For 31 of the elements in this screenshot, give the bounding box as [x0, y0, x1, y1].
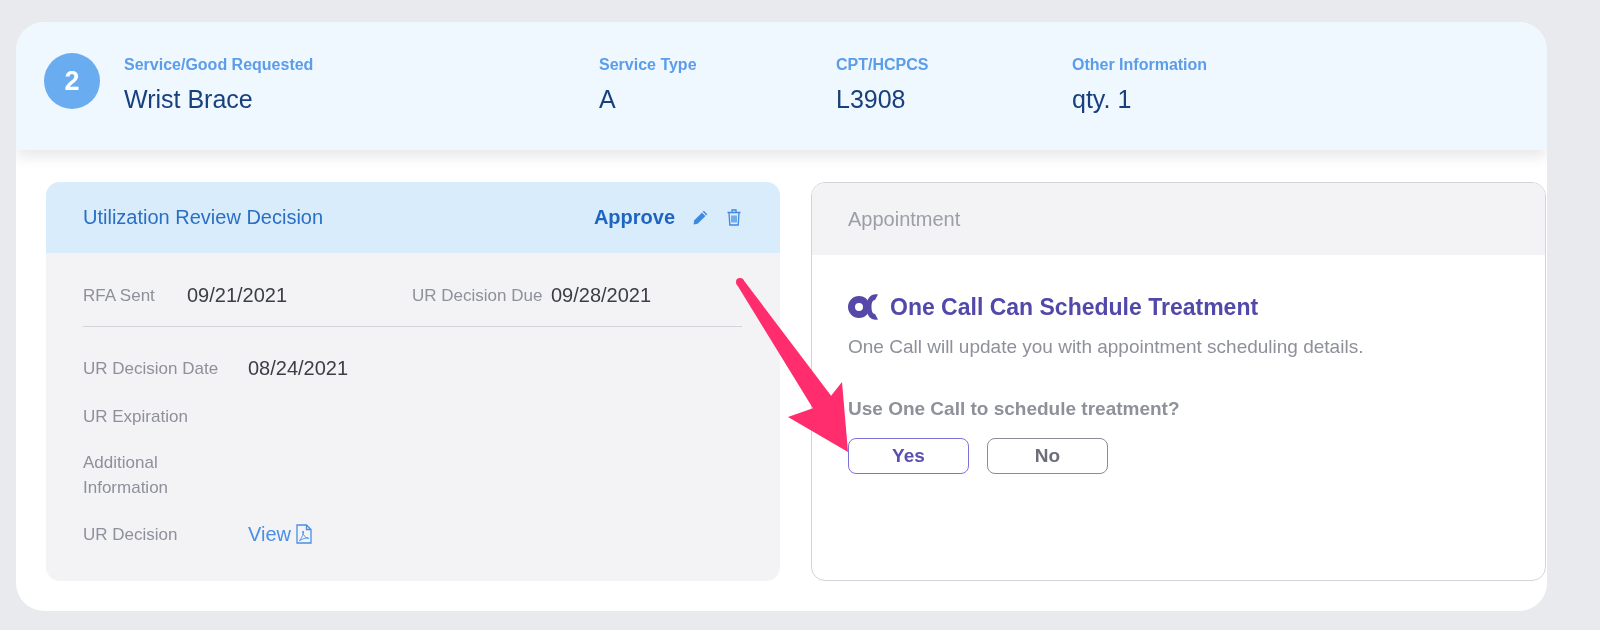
logo-icon [848, 292, 880, 322]
field-value: qty. 1 [1072, 84, 1133, 114]
option-button[interactable]: Yes [848, 438, 969, 474]
field-value: Wrist Brace [124, 84, 254, 114]
field-label: CPT/HCPCS [836, 55, 930, 75]
description-text: One Call will update you with appointment scheduling details. [848, 335, 1365, 359]
field-value: 09/28/2021 [551, 283, 653, 308]
field-value: L3908 [836, 84, 907, 114]
field-value: 09/21/2021 [187, 283, 289, 308]
field-value: 08/24/2021 [248, 356, 349, 381]
panel-title: Utilization Review Decision [83, 206, 324, 229]
panel-title: Appointment [848, 207, 961, 231]
option-button[interactable]: No [987, 438, 1108, 474]
field-value: A [599, 84, 617, 114]
view-link[interactable]: View [248, 520, 312, 548]
pencil-icon[interactable] [693, 210, 708, 225]
field-label: Other Information [1072, 55, 1208, 75]
field-label: UR Decision Due [412, 284, 544, 307]
question-text: Use One Call to schedule treatment? [848, 397, 1181, 421]
decision-status: Approve [593, 206, 675, 229]
field-label: UR Decision Date [83, 357, 220, 380]
field-label: RFA Sent [83, 284, 156, 307]
field-label: UR Expiration [83, 405, 189, 428]
field-label: UR Decision [83, 523, 179, 546]
field-label: Service Type [599, 55, 698, 75]
trash-icon[interactable] [727, 209, 741, 226]
section-heading: One Call Can Schedule Treatment [890, 293, 1259, 321]
field-label: Service/Good Requested [124, 55, 315, 75]
field-label: Additional Information [83, 452, 170, 499]
document-icon [296, 524, 312, 544]
step-number-badge: 2 [44, 53, 100, 109]
